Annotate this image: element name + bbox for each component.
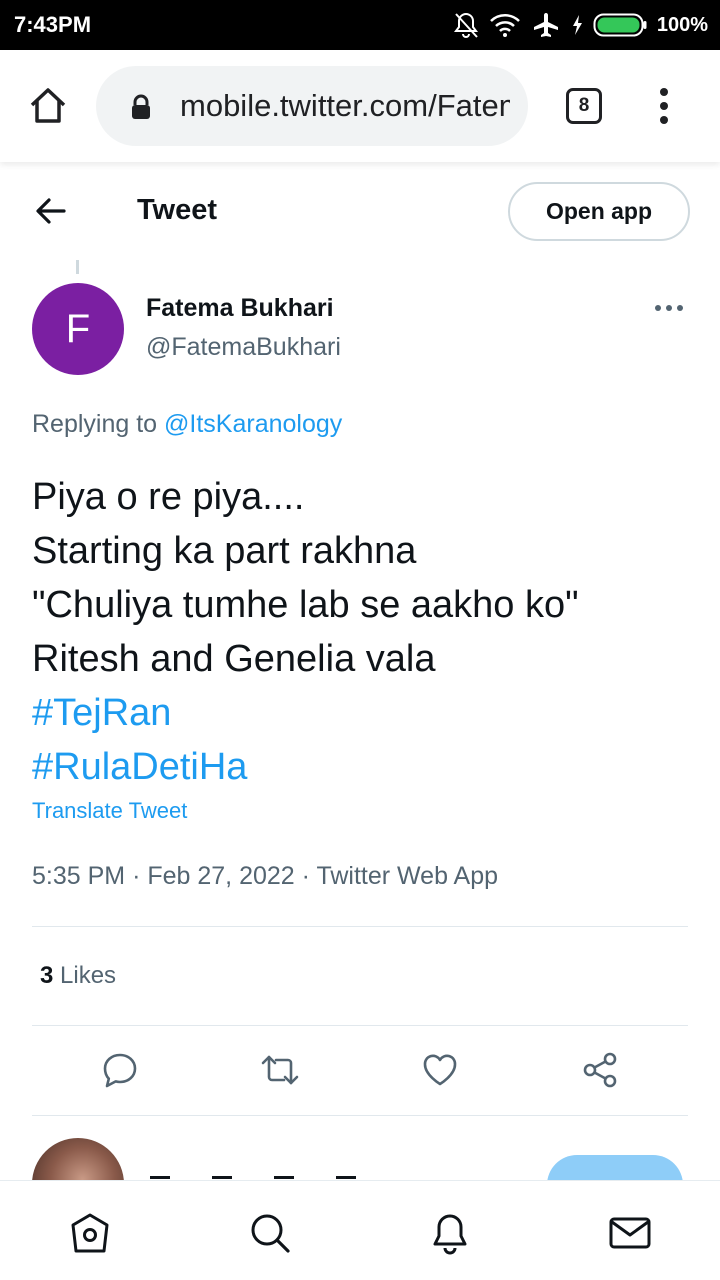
author-handle[interactable]: @FatemaBukhari	[146, 333, 341, 362]
divider	[32, 1025, 688, 1026]
reply-icon	[103, 1053, 137, 1088]
browser-menu-button[interactable]	[652, 86, 676, 126]
tweet-timestamp: 5:35 PM · Feb 27, 2022 · Twitter Web App	[32, 862, 498, 891]
meta-separator: ·	[301, 862, 310, 890]
more-horizontal-icon	[655, 305, 683, 311]
author-display-name[interactable]: Fatema Bukhari	[146, 294, 334, 323]
more-vertical-icon	[660, 88, 668, 124]
airplane-mode-icon	[531, 11, 561, 39]
hashtag-link[interactable]: #RulaDetiHa	[32, 740, 692, 794]
home-icon	[71, 1213, 109, 1253]
retweet-button[interactable]	[260, 1050, 300, 1090]
text-fragment	[150, 1176, 170, 1179]
likes-label: Likes	[60, 962, 117, 989]
text-fragment	[274, 1176, 294, 1179]
battery-percent: 100%	[656, 13, 708, 36]
home-button[interactable]	[26, 84, 70, 128]
tweet-date[interactable]: Feb 27, 2022	[147, 862, 294, 890]
translate-tweet-link[interactable]: Translate Tweet	[32, 798, 187, 824]
home-icon	[30, 88, 66, 123]
meta-separator: ·	[132, 862, 141, 890]
nav-search[interactable]	[248, 1211, 292, 1255]
author-avatar[interactable]: F	[32, 283, 124, 375]
wifi-icon	[489, 12, 521, 38]
status-icons: 100%	[453, 10, 708, 40]
replying-to-mention-link[interactable]: @ItsKaranology	[164, 410, 342, 438]
open-app-button[interactable]: Open app	[508, 182, 690, 241]
charging-icon	[571, 14, 583, 36]
tab-switcher-button[interactable]: 8	[566, 88, 602, 124]
search-icon	[251, 1214, 290, 1253]
tweet-text-line: Piya o re piya....	[32, 476, 305, 518]
nav-notifications[interactable]	[428, 1211, 472, 1255]
hashtag-link[interactable]: #TejRan	[32, 686, 692, 740]
retweet-icon	[261, 1055, 299, 1085]
tweet-source[interactable]: Twitter Web App	[316, 862, 498, 890]
divider	[32, 926, 688, 927]
replying-to: Replying to @ItsKaranology	[32, 410, 342, 439]
divider	[32, 1115, 688, 1116]
status-bar: 7:43PM 100%	[0, 0, 720, 50]
tweet-text-line: Starting ka part rakhna	[32, 530, 417, 572]
likes-stat[interactable]: 3 Likes	[40, 962, 116, 990]
like-button[interactable]	[420, 1050, 460, 1090]
share-icon	[583, 1052, 617, 1088]
reply-button[interactable]	[100, 1050, 140, 1090]
page-title: Tweet	[137, 194, 218, 226]
text-fragment	[336, 1176, 356, 1179]
arrow-left-icon	[36, 198, 66, 224]
back-button[interactable]	[34, 196, 68, 226]
heart-icon	[423, 1054, 457, 1086]
tweet-time[interactable]: 5:35 PM	[32, 862, 125, 890]
thread-connector-line	[76, 260, 79, 274]
envelope-icon	[609, 1217, 651, 1249]
text-fragment	[212, 1176, 232, 1179]
tweet-text-line: Ritesh and Genelia vala	[32, 638, 436, 680]
status-time: 7:43PM	[14, 12, 92, 37]
browser-toolbar: mobile.twitter.com/FatemaBukhari 8	[0, 50, 720, 162]
tweet-text: Piya o re piya.... Starting ka part rakh…	[32, 470, 692, 794]
replying-to-label: Replying to	[32, 410, 158, 438]
lock-icon	[130, 94, 152, 125]
url-text: mobile.twitter.com/FatemaBukhari	[180, 88, 510, 123]
bottom-navigation	[0, 1180, 720, 1280]
tweet-page-header: Tweet Open app	[0, 162, 720, 262]
tweet-more-button[interactable]	[652, 296, 686, 320]
tweet-text-line: "Chuliya tumhe lab se aakho ko"	[32, 584, 579, 626]
address-bar[interactable]: mobile.twitter.com/FatemaBukhari	[96, 66, 528, 146]
bell-icon	[433, 1214, 467, 1255]
likes-count: 3	[40, 962, 54, 989]
reply-preview-text	[150, 1166, 450, 1180]
nav-messages[interactable]	[608, 1211, 652, 1255]
share-button[interactable]	[580, 1050, 620, 1090]
battery-icon	[593, 12, 647, 38]
notifications-off-icon	[453, 11, 479, 39]
nav-home[interactable]	[68, 1211, 112, 1255]
